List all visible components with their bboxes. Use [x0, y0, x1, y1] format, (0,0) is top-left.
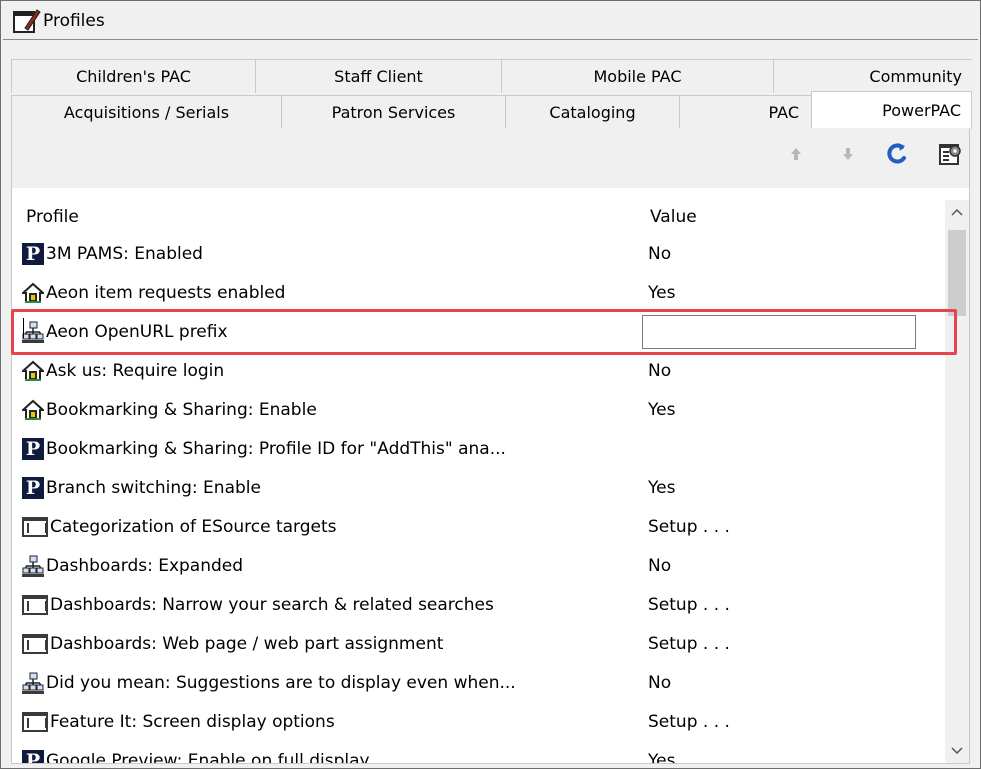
folder-icon	[22, 594, 48, 615]
folder-icon	[22, 516, 48, 537]
profile-cell: P 3M PAMS: Enabled	[12, 242, 638, 265]
tab-pac[interactable]: PAC	[679, 95, 811, 129]
value-cell[interactable]: Yes	[638, 400, 675, 420]
column-header-profile[interactable]: Profile	[12, 207, 636, 227]
table-row[interactable]: Dashboards: Expanded No	[12, 546, 948, 585]
properties-icon[interactable]	[936, 140, 964, 168]
profiles-panel: Profile Value P 3M PAMS: Enabled No Aeon…	[11, 128, 970, 764]
profile-cell: P Branch switching: Enable	[12, 476, 638, 499]
profiles-app-icon	[13, 8, 41, 34]
value-cell[interactable]: Setup . . .	[638, 712, 730, 732]
profile-cell: Ask us: Require login	[12, 360, 638, 382]
folder-icon	[22, 711, 48, 732]
value-cell[interactable]: Setup . . .	[638, 517, 730, 537]
table-row[interactable]: P 3M PAMS: Enabled No	[12, 234, 948, 273]
profile-cell: Dashboards: Expanded	[12, 555, 638, 577]
table-row[interactable]: Did you mean: Suggestions are to display…	[12, 663, 948, 702]
profile-cell: P Bookmarking & Sharing: Profile ID for …	[12, 437, 638, 460]
house-icon	[20, 360, 46, 382]
network-icon	[22, 321, 44, 343]
refresh-icon[interactable]	[884, 140, 912, 168]
toolbar	[12, 128, 969, 188]
house-icon	[20, 399, 46, 421]
value-cell[interactable]: No	[638, 556, 671, 576]
value-cell[interactable]: Yes	[638, 478, 675, 498]
value-cell[interactable]: No	[638, 244, 671, 264]
tab-childrens-pac[interactable]: Children's PAC	[11, 59, 255, 93]
table-row[interactable]: Categorization of ESource targets Setup …	[12, 507, 948, 546]
profile-cell: Bookmarking & Sharing: Enable	[12, 399, 638, 421]
profile-cell: Aeon OpenURL prefix	[12, 321, 638, 343]
profile-cell: Dashboards: Web page / web part assignme…	[12, 633, 638, 654]
profile-name: Bookmarking & Sharing: Profile ID for "A…	[46, 438, 506, 459]
table-row[interactable]: P Branch switching: Enable Yes	[12, 468, 948, 507]
profile-cell: Aeon item requests enabled	[12, 282, 638, 304]
vertical-scrollbar[interactable]	[945, 200, 969, 763]
profile-name: Dashboards: Web page / web part assignme…	[50, 633, 444, 654]
profile-name: Google Preview: Enable on full display	[46, 750, 370, 764]
arrow-down-icon[interactable]	[834, 140, 862, 168]
profile-name: Feature It: Screen display options	[50, 711, 335, 732]
window-title: Profiles	[43, 11, 105, 31]
profile-name: Aeon OpenURL prefix	[46, 321, 228, 342]
table-row[interactable]: Aeon item requests enabled Yes	[12, 273, 948, 312]
tab-strip: Children's PAC Staff Client Mobile PAC C…	[11, 59, 972, 129]
p-icon: P	[22, 749, 44, 763]
profile-name: Categorization of ESource targets	[50, 516, 337, 537]
chevron-up-icon[interactable]	[945, 200, 969, 224]
table-row[interactable]: Feature It: Screen display options Setup…	[12, 702, 948, 741]
network-icon	[22, 672, 44, 694]
network-icon	[22, 555, 44, 577]
value-cell[interactable]: Setup . . .	[638, 595, 730, 615]
table-row[interactable]: Ask us: Require login No	[12, 351, 948, 390]
value-cell[interactable]: Yes	[638, 283, 675, 303]
title-bar: Profiles	[3, 3, 978, 40]
value-cell[interactable]: No	[638, 361, 671, 381]
profile-name: Branch switching: Enable	[46, 477, 261, 498]
p-icon: P	[22, 242, 44, 265]
value-cell[interactable]: Setup . . .	[638, 634, 730, 654]
p-icon: P	[22, 476, 44, 499]
table-row[interactable]: Bookmarking & Sharing: Enable Yes	[12, 390, 948, 429]
profile-cell: Dashboards: Narrow your search & related…	[12, 594, 638, 615]
tab-acquisitions-serials[interactable]: Acquisitions / Serials	[11, 95, 281, 129]
tab-cataloging[interactable]: Cataloging	[505, 95, 679, 129]
value-cell[interactable]: No	[638, 673, 671, 693]
profile-cell: P Google Preview: Enable on full display	[12, 749, 638, 764]
profiles-window: Profiles Children's PAC Staff Client Mob…	[0, 0, 981, 769]
profile-name: Bookmarking & Sharing: Enable	[46, 399, 317, 420]
arrow-up-icon[interactable]	[782, 140, 810, 168]
p-icon: P	[22, 437, 44, 460]
profile-cell: Feature It: Screen display options	[12, 711, 638, 732]
profile-cell: Did you mean: Suggestions are to display…	[12, 672, 638, 694]
folder-icon	[22, 633, 48, 654]
tab-mobile-pac[interactable]: Mobile PAC	[501, 59, 773, 93]
grid-header: Profile Value	[12, 200, 948, 234]
value-cell[interactable]	[23, 314, 916, 349]
value-cell[interactable]: Yes	[638, 751, 675, 764]
table-row[interactable]: P Bookmarking & Sharing: Profile ID for …	[12, 429, 948, 468]
openurl-prefix-input[interactable]	[642, 314, 916, 349]
profile-name: Did you mean: Suggestions are to display…	[46, 672, 516, 693]
table-row-selected[interactable]: Aeon OpenURL prefix	[12, 312, 948, 351]
profile-name: 3M PAMS: Enabled	[46, 243, 203, 264]
house-icon	[20, 282, 46, 304]
column-header-value[interactable]: Value	[636, 207, 697, 227]
profile-name: Aeon item requests enabled	[46, 282, 286, 303]
profile-cell: Categorization of ESource targets	[12, 516, 638, 537]
text-caret	[23, 318, 24, 338]
tab-staff-client[interactable]: Staff Client	[255, 59, 501, 93]
table-row[interactable]: Dashboards: Narrow your search & related…	[12, 585, 948, 624]
tab-patron-services[interactable]: Patron Services	[281, 95, 505, 129]
profile-name: Dashboards: Expanded	[46, 555, 244, 576]
chevron-down-icon[interactable]	[945, 739, 969, 763]
profile-name: Dashboards: Narrow your search & related…	[50, 594, 494, 615]
profiles-grid: Profile Value P 3M PAMS: Enabled No Aeon…	[12, 200, 948, 763]
tab-community[interactable]: Community	[773, 59, 972, 93]
scrollbar-thumb[interactable]	[948, 230, 966, 316]
profile-name: Ask us: Require login	[46, 360, 225, 381]
table-row[interactable]: P Google Preview: Enable on full display…	[12, 741, 948, 763]
tab-powerpac[interactable]: PowerPAC	[811, 91, 972, 129]
table-row[interactable]: Dashboards: Web page / web part assignme…	[12, 624, 948, 663]
